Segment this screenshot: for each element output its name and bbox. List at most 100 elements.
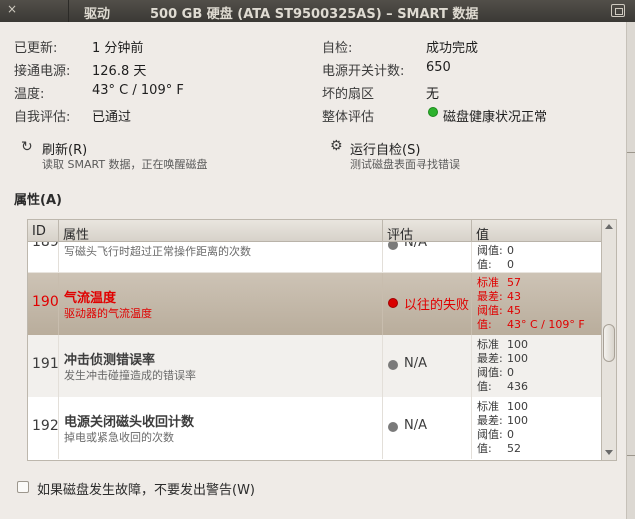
background-window-edge bbox=[626, 22, 635, 519]
value-number: 57 bbox=[507, 276, 521, 289]
attribute-assessment: N/A bbox=[404, 356, 427, 371]
powered-on-value: 126.8 天 bbox=[92, 64, 147, 79]
self-test-value: 成功完成 bbox=[426, 41, 479, 56]
gear-icon: ⚙ bbox=[330, 138, 343, 154]
column-divider bbox=[382, 220, 383, 242]
value-number: 100 bbox=[507, 400, 528, 413]
attribute-description: 发生冲击碰撞造成的错误率 bbox=[64, 369, 196, 382]
scroll-up-arrow-icon[interactable] bbox=[605, 224, 613, 229]
refresh-icon: ↻ bbox=[21, 139, 33, 155]
value-key: 标准 bbox=[477, 276, 499, 289]
status-dot-icon bbox=[388, 298, 398, 308]
value-key: 阈值: bbox=[477, 366, 503, 379]
attribute-assessment: N/A bbox=[404, 242, 427, 250]
value-key: 阈值: bbox=[477, 428, 503, 441]
title-bar-divider bbox=[68, 0, 69, 22]
attribute-name: 电源关闭磁头收回计数 bbox=[64, 415, 195, 430]
status-dot-icon bbox=[388, 360, 398, 370]
table-row[interactable]: 192 电源关闭磁头收回计数 掉电或紧急收回的次数 N/A 标准 100 最差: 1… bbox=[28, 397, 601, 459]
column-divider bbox=[382, 273, 383, 335]
table-header: ID 属性 评估 值 bbox=[28, 220, 601, 243]
value-key: 阈值: bbox=[477, 304, 503, 317]
self-test-label: 自检: bbox=[322, 41, 353, 56]
column-divider bbox=[471, 335, 472, 397]
value-key: 值: bbox=[477, 318, 492, 331]
value-number: 0 bbox=[507, 366, 514, 379]
attribute-id: 191 bbox=[32, 356, 59, 372]
table-row[interactable]: 190 气流温度 驱动器的气流温度 以往的失败 标准 57 最差: 43 阈值: 45… bbox=[28, 273, 601, 335]
self-assessment-value: 已通过 bbox=[92, 110, 132, 125]
column-divider bbox=[471, 397, 472, 459]
close-icon[interactable]: × bbox=[7, 2, 17, 16]
column-header-assessment[interactable]: 评估 bbox=[387, 224, 413, 243]
attribute-values: 标准 100 最差: 100 阈值: 0 值: 436 bbox=[477, 338, 528, 394]
table-body: 189 写磁头飞行时超过正常操作距离的次数 N/A 阈值: 0 值: 0 190 气… bbox=[28, 242, 601, 460]
attribute-values: 阈值: 0 值: 0 bbox=[477, 244, 514, 272]
value-key: 标准 bbox=[477, 400, 499, 413]
updated-value: 1 分钟前 bbox=[92, 41, 144, 56]
column-divider bbox=[471, 220, 472, 242]
window-title: 500 GB 硬盘 (ATA ST9500325AS) – SMART 数据 bbox=[150, 7, 479, 22]
value-key: 值: bbox=[477, 442, 492, 455]
attribute-id: 189 bbox=[32, 242, 59, 250]
column-divider bbox=[58, 220, 59, 242]
column-divider bbox=[382, 335, 383, 397]
warning-checkbox[interactable] bbox=[17, 481, 29, 493]
column-header-attribute[interactable]: 属性 bbox=[63, 224, 89, 243]
temperature-value: 43° C / 109° F bbox=[92, 83, 184, 98]
background-window-mark bbox=[627, 152, 635, 153]
value-key: 阈值: bbox=[477, 244, 503, 257]
power-cycle-value: 650 bbox=[426, 60, 451, 75]
attribute-id: 190 bbox=[32, 294, 59, 310]
column-header-value[interactable]: 值 bbox=[476, 224, 489, 243]
attribute-assessment: N/A bbox=[404, 418, 427, 433]
attribute-description: 掉电或紧急收回的次数 bbox=[64, 431, 174, 444]
table-row[interactable]: 191 冲击侦测错误率 发生冲击碰撞造成的错误率 N/A 标准 100 最差: 10… bbox=[28, 335, 601, 397]
value-number: 52 bbox=[507, 442, 521, 455]
value-number: 0 bbox=[507, 244, 514, 257]
powered-on-label: 接通电源: bbox=[14, 64, 71, 79]
value-number: 436 bbox=[507, 380, 528, 393]
column-divider bbox=[471, 273, 472, 335]
table-scrollbar[interactable] bbox=[602, 219, 617, 461]
value-number: 100 bbox=[507, 414, 528, 427]
maximize-icon[interactable] bbox=[611, 4, 625, 17]
background-window-mark bbox=[627, 455, 635, 456]
attribute-assessment: 以往的失败 bbox=[404, 298, 470, 313]
column-divider bbox=[382, 242, 383, 272]
column-header-id[interactable]: ID bbox=[32, 224, 46, 239]
overall-assessment-value: 磁盘健康状况正常 bbox=[443, 110, 548, 125]
refresh-button-description: 读取 SMART 数据，正在唤醒磁盘 bbox=[42, 158, 208, 171]
column-divider bbox=[382, 397, 383, 459]
run-self-test-button[interactable]: ⚙ 运行自检(S) 测试磁盘表面寻找错误 bbox=[326, 136, 566, 176]
column-divider bbox=[471, 242, 472, 272]
app-name: 驱动 bbox=[84, 7, 111, 22]
attributes-heading: 属性(A) bbox=[14, 193, 62, 208]
scrollbar-thumb[interactable] bbox=[603, 324, 615, 362]
value-key: 最差: bbox=[477, 414, 503, 427]
temperature-label: 温度: bbox=[14, 87, 45, 102]
value-number: 43° C / 109° F bbox=[507, 318, 585, 331]
value-key: 最差: bbox=[477, 290, 503, 303]
overall-assessment-label: 整体评估 bbox=[322, 110, 375, 125]
status-dot-icon bbox=[388, 242, 398, 250]
run-self-test-description: 测试磁盘表面寻找错误 bbox=[350, 158, 460, 171]
refresh-button[interactable]: ↻ 刷新(R) 读取 SMART 数据，正在唤醒磁盘 bbox=[16, 136, 276, 176]
attribute-description: 写磁头飞行时超过正常操作距离的次数 bbox=[64, 245, 251, 258]
attributes-table[interactable]: ID 属性 评估 值 189 写磁头飞行时超过正常操作距离的次数 N/A 阈值:… bbox=[27, 219, 602, 461]
bad-sectors-value: 无 bbox=[426, 87, 440, 102]
value-number: 43 bbox=[507, 290, 521, 303]
title-bar: × 驱动 500 GB 硬盘 (ATA ST9500325AS) – SMART… bbox=[0, 0, 635, 22]
value-number: 45 bbox=[507, 304, 521, 317]
scroll-down-arrow-icon[interactable] bbox=[605, 450, 613, 455]
value-key: 值: bbox=[477, 380, 492, 393]
updated-label: 已更新: bbox=[14, 41, 58, 56]
value-number: 0 bbox=[507, 258, 514, 271]
attribute-description: 驱动器的气流温度 bbox=[64, 307, 152, 320]
bad-sectors-label: 坏的扇区 bbox=[322, 87, 375, 102]
status-dot-icon bbox=[388, 422, 398, 432]
warning-checkbox-label[interactable]: 如果磁盘发生故障，不要发出警告(W) bbox=[37, 479, 255, 498]
value-number: 100 bbox=[507, 352, 528, 365]
table-row[interactable]: 189 写磁头飞行时超过正常操作距离的次数 N/A 阈值: 0 值: 0 bbox=[28, 242, 601, 273]
attribute-name: 冲击侦测错误率 bbox=[64, 353, 156, 368]
